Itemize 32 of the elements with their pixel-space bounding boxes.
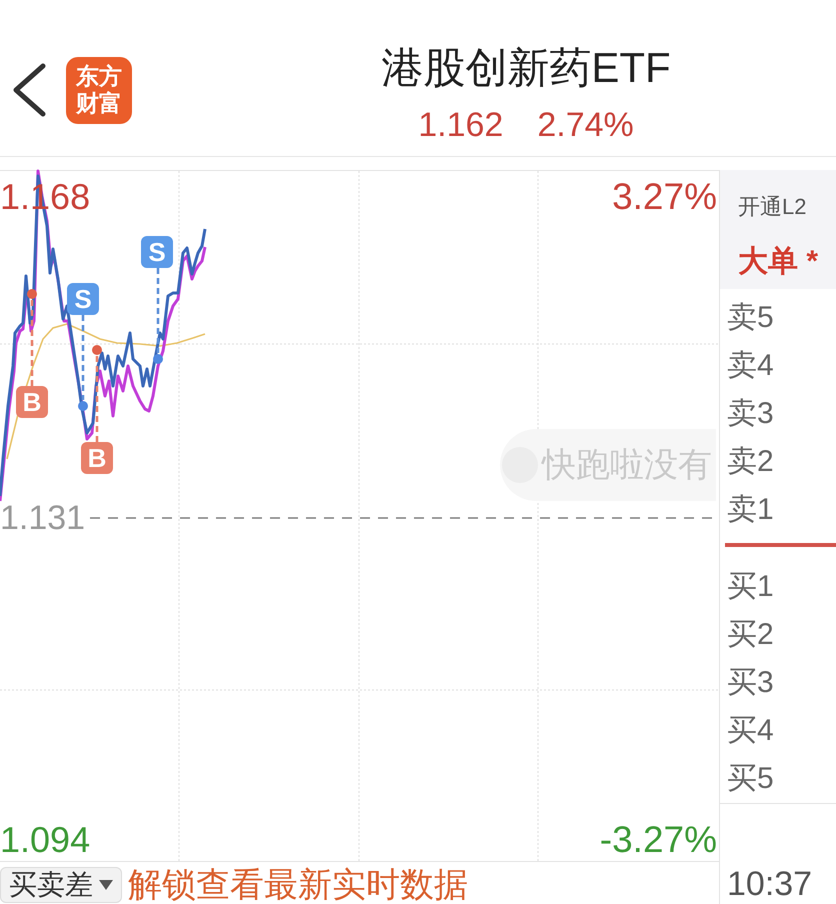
bid-level-label: 买1 xyxy=(726,569,774,605)
price-low-label: 1.094 xyxy=(0,820,90,860)
trade-time: 10:37 xyxy=(726,864,812,904)
bid-level-label: 买5 xyxy=(726,761,774,797)
fund-title: 港股创新药ETF xyxy=(381,42,671,92)
ask-level-label: 卖4 xyxy=(726,348,774,384)
point-dot-icon xyxy=(78,401,88,411)
caret-icon xyxy=(99,880,113,890)
point-dot-icon xyxy=(153,354,163,364)
change-percent: 2.74% xyxy=(537,104,634,144)
ask-level-label: 卖5 xyxy=(726,300,774,336)
ask-level-label: 卖3 xyxy=(726,396,774,432)
bid-level-label: 买2 xyxy=(726,617,774,653)
app-logo: 东方 财富 xyxy=(66,56,132,124)
previous-close-label: 1.131 xyxy=(0,498,86,538)
point-dot-icon xyxy=(27,289,37,299)
ask-level-label: 卖2 xyxy=(726,444,774,480)
last-price: 1.162 xyxy=(418,104,504,144)
percent-low-label: -3.27% xyxy=(600,820,717,860)
unlock-data-link[interactable]: 解锁查看最新实时数据 xyxy=(128,866,468,904)
level2-promo-text[interactable]: 开通L2 xyxy=(738,194,806,220)
buy-marker: B xyxy=(16,386,48,418)
metric-selector[interactable]: 买卖差 xyxy=(0,867,122,903)
bid-level-label: 买3 xyxy=(726,665,774,701)
point-dot-icon xyxy=(92,345,102,355)
sell-marker: S xyxy=(141,236,173,268)
percent-high-label: 3.27% xyxy=(612,177,717,217)
ask-level-label: 卖1 xyxy=(726,492,774,528)
bid-level-label: 买4 xyxy=(726,713,774,749)
buy-marker: B xyxy=(81,442,113,474)
big-order-label: 大单 * xyxy=(738,244,818,280)
sell-marker: S xyxy=(67,283,99,315)
